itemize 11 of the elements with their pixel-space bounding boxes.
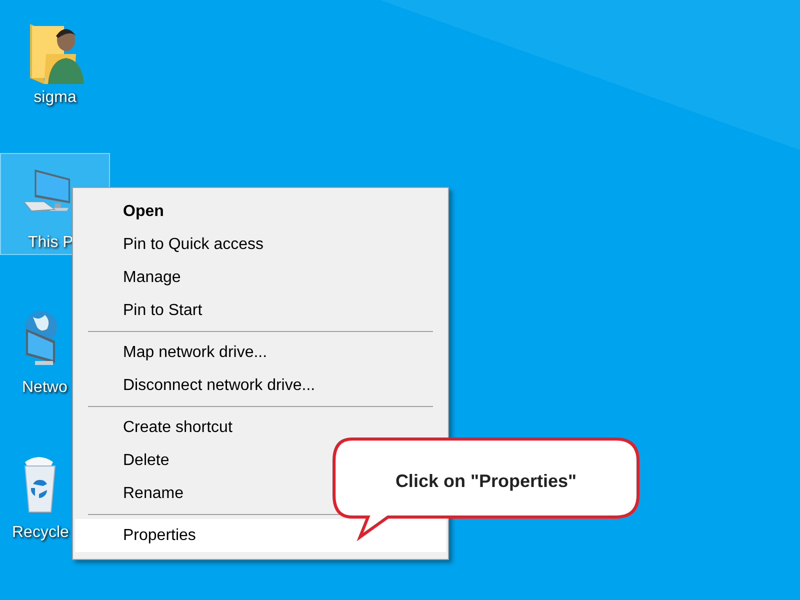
menu-item[interactable]: Create shortcut — [75, 411, 446, 444]
menu-item[interactable]: Properties — [75, 519, 446, 552]
network-globe-icon — [24, 310, 58, 366]
recycle-bin-icon — [24, 455, 56, 513]
menu-item[interactable]: Map network drive... — [75, 336, 446, 369]
menu-item[interactable]: Open — [75, 195, 446, 228]
menu-item[interactable]: Disconnect network drive... — [75, 369, 446, 402]
callout-text: Click on "Properties" — [394, 470, 578, 493]
menu-item[interactable]: Pin to Start — [75, 294, 446, 327]
menu-item[interactable]: Pin to Quick access — [75, 228, 446, 261]
menu-item[interactable]: Manage — [75, 261, 446, 294]
